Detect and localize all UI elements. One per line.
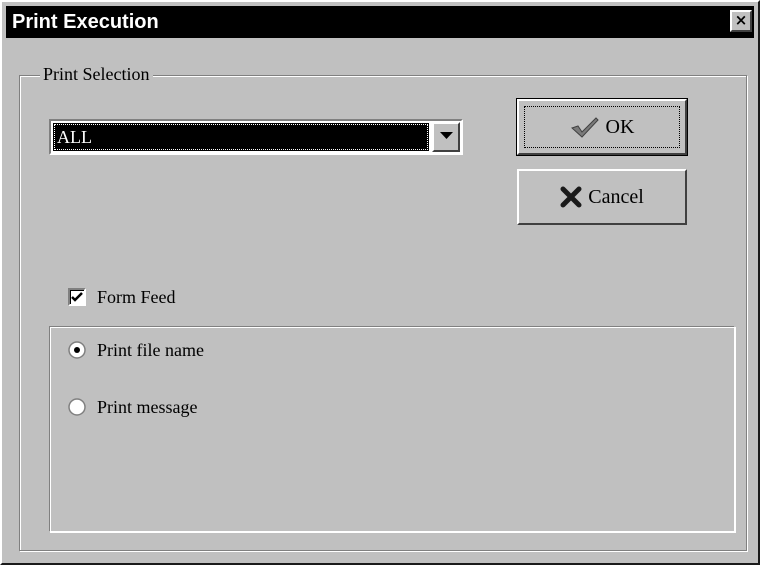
dropdown-arrow-button[interactable]: [432, 122, 460, 152]
form-feed-checkbox[interactable]: [68, 288, 86, 306]
checkmark-icon: [71, 292, 83, 302]
print-selection-dropdown[interactable]: ALL: [49, 119, 463, 155]
radio-print-file-name[interactable]: [68, 341, 86, 359]
radio-print-file-name-label[interactable]: Print file name: [97, 340, 204, 361]
print-execution-dialog: Print Execution × Print Selection ALL OK…: [0, 0, 760, 565]
radio-print-message-label[interactable]: Print message: [97, 397, 198, 418]
radio-print-message[interactable]: [68, 398, 86, 416]
print-selection-label: Print Selection: [40, 64, 153, 85]
dialog-title: Print Execution: [12, 11, 159, 33]
close-icon: ×: [734, 11, 748, 29]
chevron-down-icon: [440, 132, 453, 139]
close-button[interactable]: ×: [730, 10, 752, 32]
x-icon: [560, 186, 582, 208]
title-bar[interactable]: Print Execution ×: [6, 6, 754, 38]
focus-rectangle: [524, 106, 680, 148]
dropdown-selected-value[interactable]: ALL: [53, 123, 429, 151]
form-feed-label[interactable]: Form Feed: [97, 287, 176, 308]
cancel-button[interactable]: Cancel: [517, 169, 687, 225]
cancel-button-label: Cancel: [588, 185, 644, 208]
ok-button[interactable]: OK: [516, 98, 688, 156]
